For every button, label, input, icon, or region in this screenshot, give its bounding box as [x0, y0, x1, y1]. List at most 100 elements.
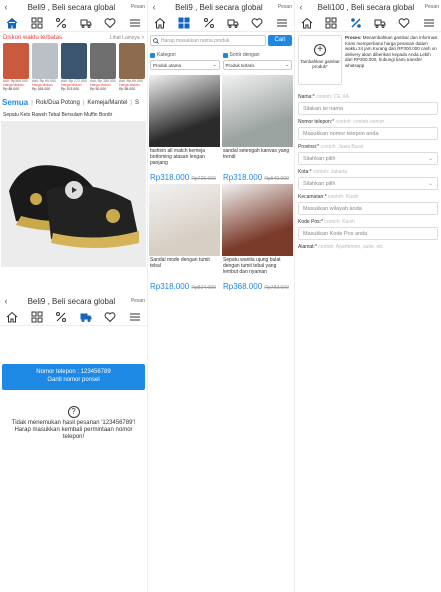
back-icon[interactable]: ‹: [0, 2, 12, 12]
menu-icon[interactable]: [422, 16, 436, 30]
app-title: Beli100 , Beli secara global: [317, 2, 415, 12]
menu-icon[interactable]: [128, 16, 142, 30]
tab-kemeja[interactable]: Kemeja/Mantel: [87, 100, 127, 106]
add-image-button[interactable]: + Tambahkan gambar produk*: [298, 35, 342, 85]
product-title: Sepatu Kets Rawsh Tebal Bersulam Muffin …: [3, 112, 113, 118]
promo-item[interactable]: Asli: Rp 350.000 Harga diskon Rp 50.000: [90, 43, 116, 91]
product-video[interactable]: [1, 121, 146, 267]
discount-icon[interactable]: [202, 16, 216, 30]
product-old-price: Rp824.000: [191, 285, 216, 291]
heart-icon[interactable]: [103, 16, 117, 30]
product-card[interactable]: fashion all match kemeja bottoming atasa…: [149, 75, 220, 182]
promo-price: Rp 103.000: [61, 87, 80, 91]
product-price: Rp318.000: [223, 173, 263, 182]
product-image: [149, 184, 220, 256]
field-hint: contoh: Kasih: [324, 219, 355, 225]
tab-rok[interactable]: Rok/Dua Potong: [36, 100, 80, 106]
discount-icon[interactable]: [54, 310, 68, 324]
no-result-message: Tidak menemukan hasil pesanan '123456789…: [11, 420, 136, 440]
promo-price: Rp 50.000: [90, 87, 107, 91]
home-icon[interactable]: [5, 310, 19, 324]
product-image: [149, 75, 220, 147]
promo-list: Asli: Rp369.000 Harga diskon Rp 88.000 Asli…: [0, 42, 147, 92]
promo-more-link[interactable]: Lihat Lainnya >: [110, 35, 144, 41]
category-icon[interactable]: [30, 310, 44, 324]
panel-request-form: ‹ Beli100 , Beli secara global Pesan + T…: [294, 0, 441, 592]
promo-item[interactable]: Asli: Rp369.000 Harga diskon Rp 88.000: [3, 43, 29, 91]
home-icon[interactable]: [300, 16, 314, 30]
tab-semua[interactable]: Semua: [2, 98, 28, 107]
search-input[interactable]: Harap masukkan nama produk: [150, 35, 266, 46]
home-icon[interactable]: [5, 16, 19, 30]
product-name: fashion all match kemeja bottoming atasa…: [150, 148, 206, 166]
category-icon[interactable]: [30, 16, 44, 30]
tab-more[interactable]: S: [135, 100, 139, 106]
play-icon[interactable]: [65, 181, 83, 199]
chevron-down-icon: ⌄: [285, 62, 289, 67]
field-hint: contoh: contoh-nomor: [335, 119, 385, 125]
field-label: Nama:* contoh: CE XA: [298, 94, 349, 100]
field-select[interactable]: Silahkan pilih ⌄: [298, 152, 438, 165]
promo-image: [119, 43, 145, 79]
sort-select[interactable]: Produk terlaris ⌄: [222, 60, 292, 70]
field-input[interactable]: Masukkan nomor telepon anda: [298, 127, 438, 140]
field-input[interactable]: Silakan isi nama: [298, 102, 438, 115]
chevron-down-icon: ⌄: [428, 180, 433, 187]
heart-icon[interactable]: [397, 16, 411, 30]
category-select[interactable]: Produk utama ⌄: [150, 60, 220, 70]
delivery-icon[interactable]: [373, 16, 387, 30]
search-placeholder: Harap masukkan nama produk: [161, 37, 230, 44]
heart-icon[interactable]: [250, 16, 264, 30]
menu-icon[interactable]: [128, 310, 142, 324]
field-input[interactable]: Masukkan wilayah anda: [298, 202, 438, 215]
discount-icon[interactable]: [54, 16, 68, 30]
delivery-icon[interactable]: [226, 16, 240, 30]
order-search-view: ‹ Beli9 , Beli secara global Pesan Nomor…: [0, 294, 147, 441]
phone-number-text: Nomor telepon : 123456789: [36, 369, 111, 375]
order-link[interactable]: Pesan: [278, 4, 294, 10]
field-hint: contoh: Jawa Barat: [320, 144, 364, 150]
product-old-price: Rp940.000: [264, 176, 289, 182]
field-select[interactable]: Silahkan pilih ⌄: [298, 177, 438, 190]
question-icon: ?: [67, 406, 80, 418]
field-input[interactable]: Masukkan Kode Pos anda: [298, 227, 438, 240]
order-link[interactable]: Pesan: [131, 4, 147, 10]
field-label: Nomor telepon:* contoh: contoh-nomor: [298, 119, 385, 125]
product-card[interactable]: Sepatu wanita ujung bulat dengan tumit t…: [222, 184, 293, 291]
order-link[interactable]: Pesan: [425, 4, 441, 10]
sort-filter-icon: [222, 52, 228, 58]
delivery-icon[interactable]: [79, 310, 93, 324]
promo-image: [3, 43, 29, 79]
change-phone-text: Ganti nomor ponsel: [47, 377, 100, 383]
discount-icon[interactable]: [349, 16, 363, 30]
promo-price: Rp 58.000: [119, 87, 136, 91]
field-label: Alamat:* contoh: Apartemen, suite, etc: [298, 244, 384, 250]
promo-item[interactable]: Asli: Rp 89.000 Harga diskon Rp 58.000: [119, 43, 145, 91]
back-icon-2[interactable]: ‹: [0, 296, 12, 306]
heart-icon[interactable]: [103, 310, 117, 324]
process-text: Menambahkan gambar dan informasi Kami me…: [345, 35, 438, 68]
promo-title: Diskon waktu terbatas: [3, 35, 63, 41]
product-price: Rp368.000: [223, 282, 263, 291]
promo-item[interactable]: Asli: Rp 172.000 Harga diskon Rp 103.000: [61, 43, 87, 91]
search-button[interactable]: Cari: [268, 35, 292, 46]
title-bar-2: ‹ Beli9 , Beli secara global Pesan: [0, 294, 147, 308]
back-icon[interactable]: ‹: [295, 2, 307, 12]
product-name: Sepatu wanita ujung bulat dengan tumit t…: [223, 257, 281, 275]
promo-item[interactable]: Asli: Rp 99.000 Harga diskon Rp 168.000: [32, 43, 58, 91]
category-icon[interactable]: [324, 16, 338, 30]
process-info: Proses: Menambahkan gambar dan informasi…: [345, 35, 438, 85]
category-icon[interactable]: [177, 16, 191, 30]
back-icon[interactable]: ‹: [148, 2, 160, 12]
promo-image: [32, 43, 58, 79]
order-link-2[interactable]: Pesan: [131, 298, 147, 304]
product-card[interactable]: Sandal mode dengan tumit tebal Rp318.000 …: [149, 184, 220, 291]
home-icon[interactable]: [153, 16, 167, 30]
promo-price: Rp 88.000: [3, 87, 20, 91]
menu-icon[interactable]: [275, 16, 289, 30]
product-grid: fashion all match kemeja bottoming atasa…: [148, 73, 294, 293]
delivery-icon[interactable]: [79, 16, 93, 30]
change-phone-button[interactable]: Nomor telepon : 123456789 Ganti nomor po…: [2, 364, 145, 390]
product-card[interactable]: sandal setengah kanvas yang trendi Rp318.…: [222, 75, 293, 182]
search-icon: [153, 37, 159, 44]
